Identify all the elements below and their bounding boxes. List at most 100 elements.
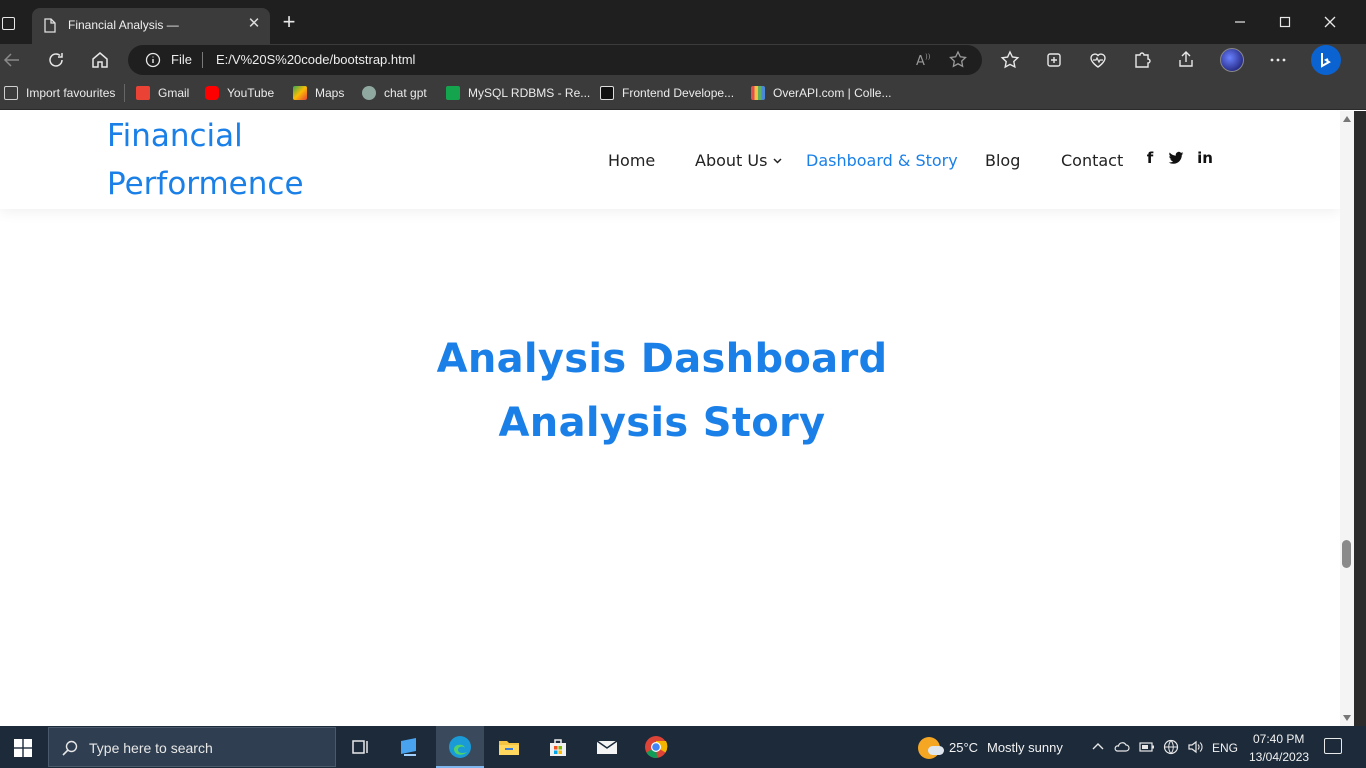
more-options-icon[interactable] <box>1266 48 1290 72</box>
language-indicator[interactable]: ENG <box>1212 741 1238 755</box>
nav-contact[interactable]: Contact <box>1061 151 1123 170</box>
taskbar-app-file-explorer[interactable] <box>485 726 533 768</box>
add-favourite-icon[interactable] <box>948 50 968 70</box>
frontend-icon <box>600 86 614 100</box>
linkedin-icon[interactable]: in <box>1195 150 1215 166</box>
site-logo[interactable]: Financial Performence <box>107 112 347 208</box>
scroll-thumb[interactable] <box>1342 540 1351 568</box>
task-view-button[interactable] <box>336 726 384 768</box>
analysis-story-heading[interactable]: Analysis Story <box>0 400 1324 446</box>
bookmark-maps[interactable]: Maps <box>293 84 344 102</box>
overapi-icon <box>751 86 765 100</box>
svg-text:)): )) <box>925 53 931 61</box>
nav-blog[interactable]: Blog <box>985 151 1020 170</box>
nav-dashboard-story[interactable]: Dashboard & Story <box>806 151 958 170</box>
gmail-icon <box>136 86 150 100</box>
bookmark-label: Gmail <box>158 86 190 100</box>
bookmarks-divider <box>124 84 125 102</box>
new-tab-button[interactable]: + <box>280 11 298 33</box>
chevron-down-icon <box>773 158 782 164</box>
maximize-icon[interactable] <box>1273 10 1297 34</box>
scroll-up-arrow[interactable] <box>1343 116 1351 122</box>
browser-toolbar: File E:/V%20S%20code/bootstrap.html A)) <box>0 44 1366 76</box>
bookmark-label: YouTube <box>227 86 275 100</box>
volume-icon[interactable] <box>1187 739 1203 755</box>
minimize-icon[interactable] <box>1228 10 1252 34</box>
svg-text:A: A <box>916 54 925 69</box>
tab-actions-icon[interactable] <box>2 17 15 30</box>
clock-date[interactable]: 13/04/2023 <box>1249 750 1309 764</box>
facebook-icon[interactable]: f <box>1142 150 1158 166</box>
bookmark-mysql[interactable]: MySQL RDBMS - Re... <box>446 84 590 102</box>
bookmark-label: chat gpt <box>384 86 427 100</box>
taskbar-app-store[interactable] <box>534 726 582 768</box>
weather-description[interactable]: Mostly sunny <box>987 740 1063 755</box>
task-view-icon <box>352 740 368 754</box>
address-url[interactable]: E:/V%20S%20code/bootstrap.html <box>216 52 415 67</box>
refresh-icon[interactable] <box>44 48 68 72</box>
page-viewport: Financial Performence Home About Us Dash… <box>0 111 1340 726</box>
nav-home[interactable]: Home <box>608 151 655 170</box>
bookmark-frontend-developer[interactable]: Frontend Develope... <box>600 84 734 102</box>
info-icon[interactable] <box>145 52 161 68</box>
w3schools-icon <box>446 86 460 100</box>
read-aloud-icon[interactable]: A)) <box>914 50 934 70</box>
notification-center-icon[interactable] <box>1324 738 1342 754</box>
taskbar-app-chrome[interactable] <box>632 726 680 768</box>
weather-temperature[interactable]: 25°C <box>949 740 978 755</box>
this-pc-icon <box>401 738 416 756</box>
chrome-icon <box>645 736 668 759</box>
collections-icon[interactable] <box>1042 48 1066 72</box>
extensions-icon[interactable] <box>1130 48 1154 72</box>
tab-close-icon[interactable]: ✕ <box>246 16 262 32</box>
bookmark-youtube[interactable]: YouTube <box>205 84 274 102</box>
nav-about-us[interactable]: About Us <box>695 151 782 170</box>
back-icon[interactable] <box>0 48 24 72</box>
search-placeholder: Type here to search <box>89 740 213 756</box>
folder-icon <box>499 741 519 755</box>
bookmark-import-favourites[interactable]: Import favourites <box>4 84 115 102</box>
bookmark-chat-gpt[interactable]: chat gpt <box>362 84 427 102</box>
analysis-dashboard-heading[interactable]: Analysis Dashboard <box>0 336 1324 382</box>
import-icon <box>4 86 18 100</box>
logo-line-1: Financial <box>107 118 243 154</box>
browser-tab[interactable]: Financial Analysis — ✕ <box>32 8 270 44</box>
taskbar-app-edge[interactable] <box>436 726 484 768</box>
address-divider <box>202 52 203 68</box>
bookmark-label: MySQL RDBMS - Re... <box>468 86 591 100</box>
bookmark-label: OverAPI.com | Colle... <box>773 86 892 100</box>
network-globe-icon[interactable] <box>1163 739 1179 755</box>
onedrive-icon[interactable] <box>1114 739 1130 755</box>
scroll-down-arrow[interactable] <box>1343 715 1351 721</box>
windows-start-icon[interactable] <box>14 739 32 757</box>
taskbar-app-mail[interactable] <box>583 726 631 768</box>
mail-icon <box>596 740 618 754</box>
page-scrollbar[interactable] <box>1340 111 1354 726</box>
taskbar-app-pc[interactable] <box>386 726 434 768</box>
favourites-icon[interactable] <box>998 48 1022 72</box>
share-icon[interactable] <box>1174 48 1198 72</box>
clock-time[interactable]: 07:40 PM <box>1253 732 1304 746</box>
youtube-icon <box>205 86 219 100</box>
document-icon <box>44 18 56 33</box>
site-header: Financial Performence Home About Us Dash… <box>0 111 1340 209</box>
chatgpt-icon <box>362 86 376 100</box>
bookmark-label: Import favourites <box>26 86 116 100</box>
bookmark-gmail[interactable]: Gmail <box>136 84 189 102</box>
home-icon[interactable] <box>88 48 112 72</box>
show-hidden-icons-icon[interactable] <box>1090 739 1106 755</box>
taskbar-search-box[interactable]: Type here to search <box>48 727 336 767</box>
battery-icon[interactable] <box>1139 739 1155 755</box>
logo-line-2: Performence <box>107 166 304 202</box>
nav-about-us-label: About Us <box>695 151 768 170</box>
browser-essentials-icon[interactable] <box>1086 48 1110 72</box>
maps-icon <box>293 86 307 100</box>
bookmark-overapi[interactable]: OverAPI.com | Colle... <box>751 84 891 102</box>
address-bar[interactable]: File E:/V%20S%20code/bootstrap.html A)) <box>128 45 982 75</box>
profile-avatar[interactable] <box>1220 48 1244 72</box>
edge-icon <box>449 736 471 758</box>
window-edge <box>1354 111 1366 726</box>
close-window-icon[interactable] <box>1318 10 1342 34</box>
bing-chat-icon[interactable] <box>1311 45 1341 75</box>
twitter-icon[interactable] <box>1168 150 1184 166</box>
